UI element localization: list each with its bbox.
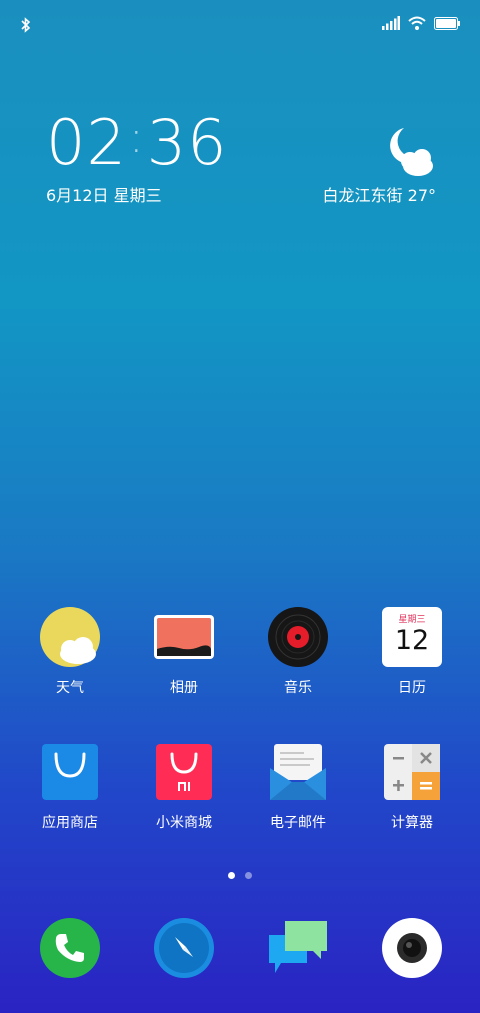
calendar-weekday: 星期三 <box>398 615 426 625</box>
page-indicator <box>0 872 480 879</box>
clock-hours: 02 <box>46 106 127 179</box>
date-label[interactable]: 6月12日 星期三 <box>46 182 162 206</box>
email-app[interactable]: 电子邮件 <box>241 742 355 832</box>
gallery-app[interactable]: 相册 <box>127 607 241 697</box>
app-grid-row-1: 天气 相册 音乐 星期三 12 日历 <box>13 607 480 697</box>
email-app-icon <box>270 744 326 800</box>
app-label: 电子邮件 <box>270 815 326 831</box>
phone-app-icon <box>40 918 100 978</box>
browser-app-icon <box>154 918 214 978</box>
gallery-app-icon <box>154 615 214 659</box>
app-store-app[interactable]: 应用商店 <box>13 742 127 832</box>
page-dot-1[interactable] <box>228 872 235 879</box>
dock <box>13 917 480 979</box>
app-label: 应用商店 <box>42 815 98 831</box>
clock-colon: : <box>128 112 145 163</box>
app-label: 小米商城 <box>156 815 212 831</box>
app-label: 日历 <box>398 680 426 696</box>
status-bar <box>0 0 480 50</box>
moon-cloud-icon[interactable] <box>380 120 436 180</box>
app-label: 计算器 <box>391 815 433 831</box>
wifi-icon <box>408 16 426 30</box>
clock-minutes: 36 <box>146 106 228 179</box>
mi-store-app[interactable]: 小米商城 <box>127 742 241 832</box>
app-grid-row-2: 应用商店 小米商城 电子邮件 计算器 <box>13 742 480 832</box>
mi-store-icon <box>156 744 212 800</box>
camera-app[interactable] <box>355 917 469 979</box>
weather-location-temp[interactable]: 白龙江东街 27° <box>323 182 436 206</box>
music-app-icon <box>268 607 328 667</box>
calculator-app-icon <box>384 744 440 800</box>
camera-app-icon <box>382 918 442 978</box>
calendar-app[interactable]: 星期三 12 日历 <box>355 607 469 697</box>
app-label: 天气 <box>56 680 84 696</box>
calendar-day: 12 <box>394 625 430 656</box>
calculator-app[interactable]: 计算器 <box>355 742 469 832</box>
bluetooth-icon <box>21 17 31 33</box>
app-label: 相册 <box>170 680 198 696</box>
phone-app[interactable] <box>13 917 127 979</box>
weather-app-icon <box>40 607 100 667</box>
weather-app[interactable]: 天气 <box>13 607 127 697</box>
browser-app[interactable] <box>127 917 241 979</box>
signal-icon <box>382 16 400 30</box>
app-store-icon <box>42 744 98 800</box>
battery-icon <box>434 16 460 30</box>
app-label: 音乐 <box>284 680 312 696</box>
messages-app[interactable] <box>241 917 355 979</box>
clock[interactable]: 02:36 <box>46 112 228 174</box>
messages-app-icon <box>269 921 327 973</box>
page-dot-2[interactable] <box>245 872 252 879</box>
music-app[interactable]: 音乐 <box>241 607 355 697</box>
calendar-app-icon: 星期三 12 <box>382 607 442 667</box>
